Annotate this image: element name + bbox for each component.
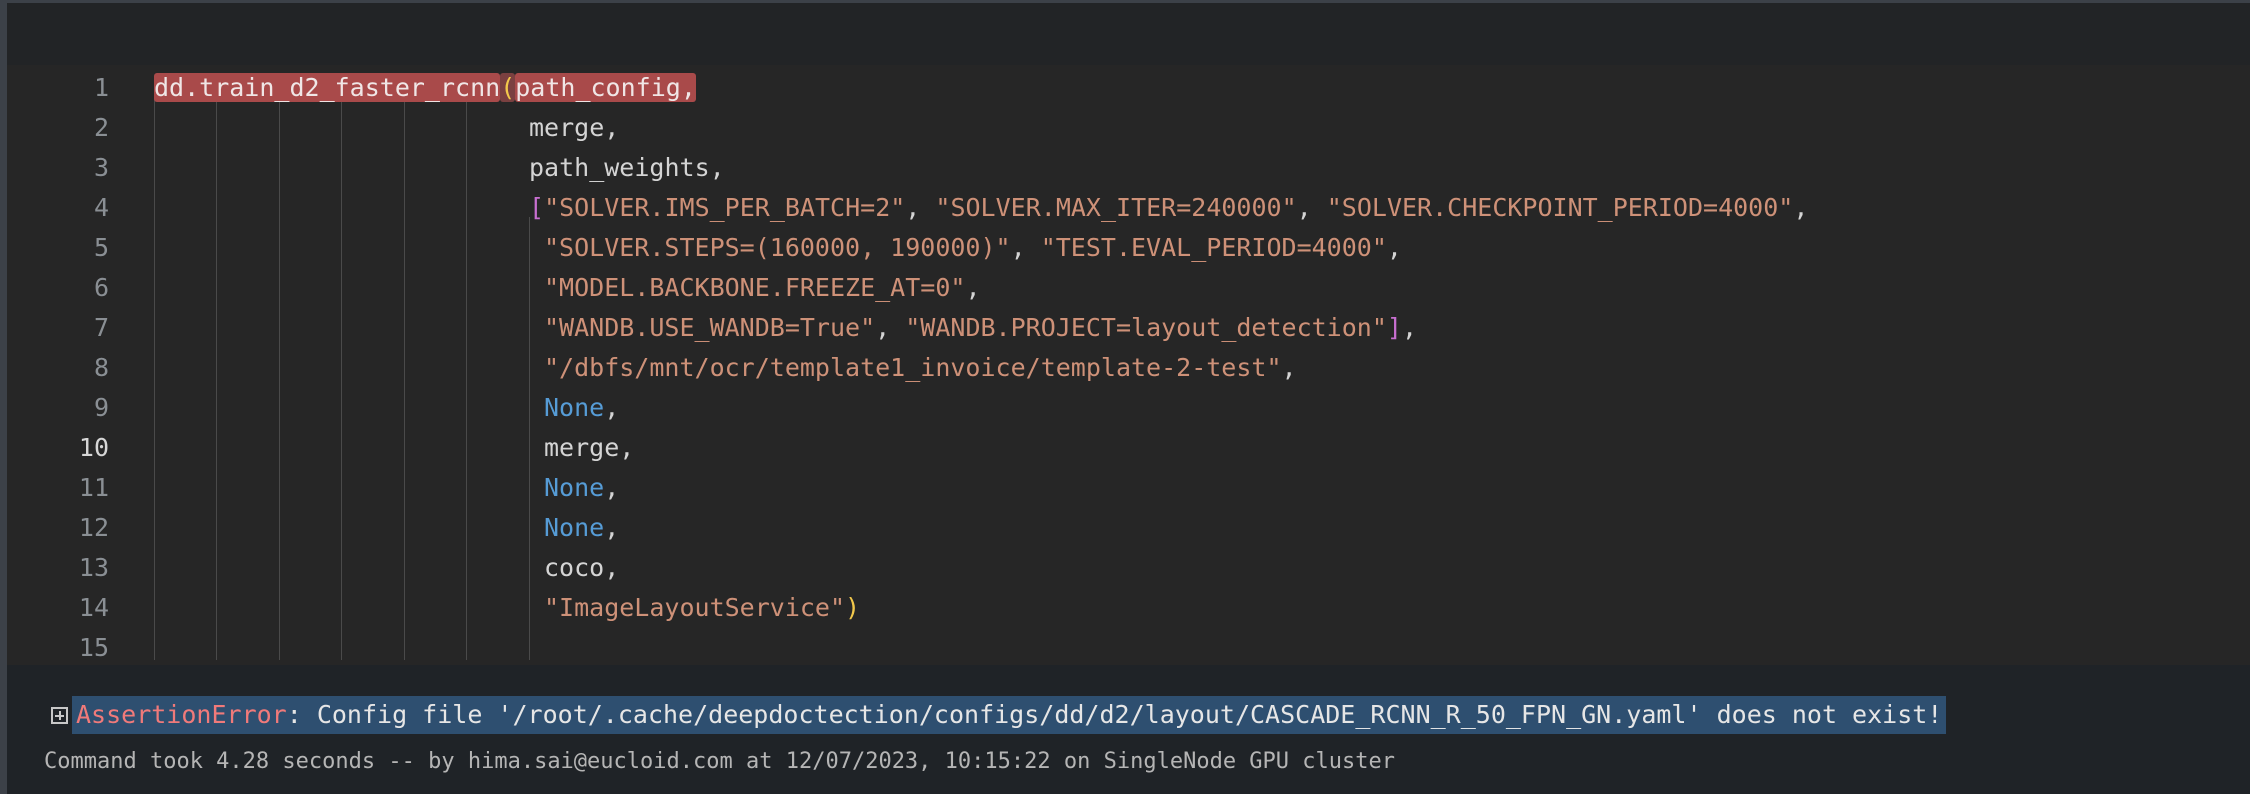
string-literal: "WANDB.PROJECT=layout_detection" — [905, 313, 1387, 342]
code-text: "MODEL.BACKBONE.FREEZE_AT=0", — [544, 268, 981, 308]
string-literal: "WANDB.USE_WANDB=True" — [544, 313, 876, 342]
comma: , — [1010, 233, 1041, 262]
code-line: 5 "SOLVER.STEPS=(160000, 190000)", "TEST… — [7, 228, 2250, 268]
error-name: AssertionError — [76, 700, 287, 729]
error-detail: : Config file '/root/.cache/deepdoctecti… — [286, 700, 1943, 729]
line-number: 10 — [78, 433, 109, 462]
comma: , — [1386, 233, 1402, 262]
string-literal: "ImageLayoutService" — [544, 593, 846, 622]
code-line: 3 path_weights, — [7, 148, 2250, 188]
code-line: 15 — [7, 628, 2250, 668]
code-text: None, — [544, 388, 619, 428]
code-text: ["SOLVER.IMS_PER_BATCH=2", "SOLVER.MAX_I… — [529, 188, 1808, 228]
code-text: merge, — [529, 113, 620, 142]
code-line: 11 None, — [7, 468, 2250, 508]
comma: , — [604, 473, 620, 502]
code-text: "SOLVER.STEPS=(160000, 190000)", "TEST.E… — [544, 228, 1402, 268]
code-line: 4 ["SOLVER.IMS_PER_BATCH=2", "SOLVER.MAX… — [7, 188, 2250, 228]
line-number: 9 — [93, 393, 109, 422]
line-number: 15 — [78, 633, 109, 662]
error-output: AssertionError: Config file '/root/.cach… — [51, 695, 1947, 735]
string-literal: "TEST.EVAL_PERIOD=4000" — [1040, 233, 1387, 262]
line-number: 2 — [93, 113, 109, 142]
code-text: merge, — [544, 433, 635, 462]
comma: , — [1401, 313, 1418, 342]
code-line: 1 dd.train_d2_faster_rcnn(path_config, — [7, 68, 2250, 108]
line-number: 4 — [93, 193, 109, 222]
code-line: 2 merge, — [7, 108, 2250, 148]
code-text: None, — [544, 468, 619, 508]
code-line: 13 coco, — [7, 548, 2250, 588]
code-line: 7 "WANDB.USE_WANDB=True", "WANDB.PROJECT… — [7, 308, 2250, 348]
none-keyword: None — [544, 473, 605, 502]
code-text: "/dbfs/mnt/ocr/template1_invoice/templat… — [544, 348, 1297, 388]
line-number: 3 — [93, 153, 109, 182]
code-line: 14 "ImageLayoutService") — [7, 588, 2250, 628]
comma: , — [1281, 353, 1297, 382]
code-editor[interactable]: 1 dd.train_d2_faster_rcnn(path_config, 2… — [7, 65, 2250, 665]
code-line: 12 None, — [7, 508, 2250, 548]
string-literal: "/dbfs/mnt/ocr/template1_invoice/templat… — [544, 353, 1282, 382]
none-keyword: None — [544, 513, 605, 542]
open-paren: ( — [500, 73, 516, 102]
code-line: 8 "/dbfs/mnt/ocr/template1_invoice/templ… — [7, 348, 2250, 388]
code-text: None, — [544, 508, 619, 548]
code-text: path_weights, — [529, 153, 725, 182]
plus-square-icon[interactable] — [51, 706, 68, 724]
line-number: 1 — [93, 73, 109, 102]
error-message[interactable]: AssertionError: Config file '/root/.cach… — [72, 696, 1947, 734]
open-bracket: [ — [529, 193, 545, 222]
comma: , — [875, 313, 906, 342]
line-number: 7 — [93, 313, 109, 342]
code-line: 9 None, — [7, 388, 2250, 428]
line-number: 14 — [78, 593, 109, 622]
close-paren: ) — [845, 593, 861, 622]
code-text: dd.train_d2_faster_rcnn(path_config, — [154, 68, 696, 108]
command-info: Command took 4.28 seconds -- by hima.sai… — [44, 749, 1396, 774]
line-number: 12 — [78, 513, 109, 542]
cell-header — [7, 3, 2250, 65]
comma: , — [604, 393, 620, 422]
line-number: 8 — [93, 353, 109, 382]
string-literal: "SOLVER.STEPS=(160000, 190000)" — [544, 233, 1011, 262]
cell-output: AssertionError: Config file '/root/.cach… — [7, 665, 2250, 794]
comma: , — [905, 193, 936, 222]
comma: , — [1793, 193, 1809, 222]
cell-left-accent — [0, 0, 7, 794]
notebook-cell: 1 dd.train_d2_faster_rcnn(path_config, 2… — [0, 0, 2250, 794]
close-bracket: ] — [1386, 313, 1402, 342]
none-keyword: None — [544, 393, 605, 422]
code-text: coco, — [544, 553, 620, 582]
string-literal: "SOLVER.CHECKPOINT_PERIOD=4000" — [1326, 193, 1794, 222]
line-number: 11 — [78, 473, 109, 502]
string-literal: "SOLVER.MAX_ITER=240000" — [935, 193, 1297, 222]
comma: , — [604, 513, 620, 542]
code-line: 6 "MODEL.BACKBONE.FREEZE_AT=0", — [7, 268, 2250, 308]
line-number: 6 — [93, 273, 109, 302]
matched-call: dd.train_d2_faster_rcnn — [154, 73, 501, 102]
code-text: "ImageLayoutService") — [544, 588, 860, 628]
code-line-current: 10 merge, — [7, 428, 2250, 468]
call-arg: path_config, — [515, 73, 696, 102]
string-literal: "SOLVER.IMS_PER_BATCH=2" — [544, 193, 906, 222]
comma: , — [1296, 193, 1327, 222]
line-number: 5 — [93, 233, 109, 262]
code-text: "WANDB.USE_WANDB=True", "WANDB.PROJECT=l… — [544, 308, 1417, 348]
line-number: 13 — [78, 553, 109, 582]
comma: , — [965, 273, 981, 302]
string-literal: "MODEL.BACKBONE.FREEZE_AT=0" — [544, 273, 966, 302]
